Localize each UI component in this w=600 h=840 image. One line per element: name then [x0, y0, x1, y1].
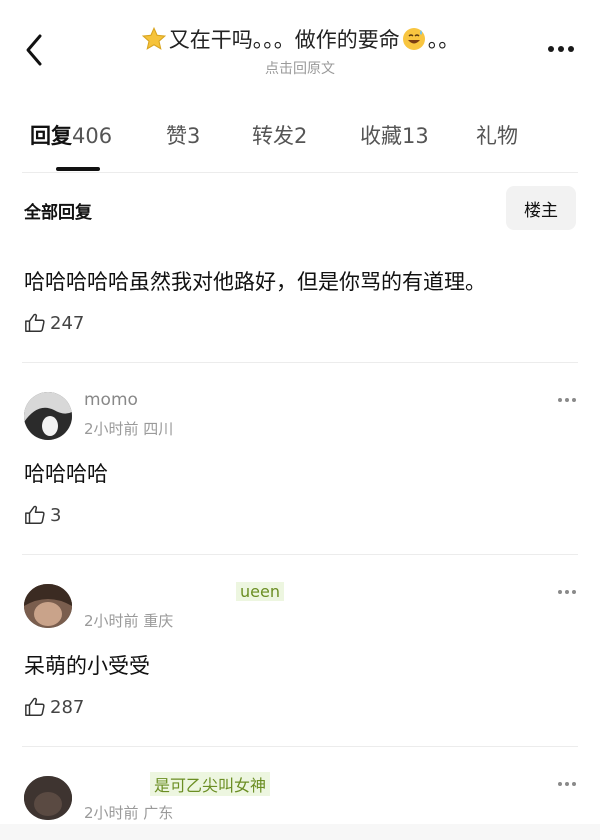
comment-text: 哈哈哈哈哈虽然我对他路好，但是你骂的有道理。	[24, 270, 486, 294]
like-count: 247	[50, 312, 85, 334]
tab-count: 13	[402, 124, 429, 148]
avatar-image	[24, 584, 72, 628]
title-text: 又在干吗。。。做作的要命	[168, 28, 400, 52]
avatar[interactable]	[24, 392, 72, 440]
like-button[interactable]: 247	[24, 312, 84, 334]
like-button[interactable]: 3	[24, 504, 61, 526]
tab-bar: 回复406 赞3 转发2 收藏13 礼物	[0, 120, 600, 171]
avatar-image	[24, 776, 72, 820]
tab-label: 转发	[252, 124, 294, 148]
page-title: 又在干吗。。。做作的要命 。。	[100, 24, 500, 54]
comment-text: 呆萌的小受受	[24, 654, 150, 678]
avatar[interactable]	[24, 584, 72, 628]
tab-label: 收藏	[360, 124, 402, 148]
like-count: 3	[50, 504, 62, 526]
tab-replies[interactable]: 回复406	[30, 120, 112, 150]
tab-count: 406	[72, 124, 113, 148]
like-button[interactable]: 287	[24, 696, 84, 718]
title-area[interactable]: 又在干吗。。。做作的要命 。。 点击回原文	[100, 24, 500, 78]
tab-count: 3	[187, 124, 201, 148]
section-label: 全部回复	[24, 203, 92, 223]
thumbs-up-icon	[25, 697, 45, 716]
tab-label: 回复	[30, 124, 72, 148]
title-tail: 。。	[427, 28, 460, 52]
comment-more-icon[interactable]	[558, 782, 576, 786]
tab-count: 2	[294, 124, 308, 148]
comment-meta: 2小时前 四川	[84, 420, 174, 438]
username[interactable]: momo	[84, 390, 138, 410]
tab-label: 礼物	[476, 124, 518, 148]
tab-favorites[interactable]: 收藏13	[360, 120, 429, 150]
sweat-smile-emoji	[402, 28, 425, 50]
avatar[interactable]	[24, 776, 72, 820]
username-badge[interactable]: ueen	[236, 582, 284, 601]
thumbs-up-icon	[25, 313, 45, 332]
comment-meta: 2小时前 重庆	[84, 612, 174, 630]
tab-gifts[interactable]: 礼物	[476, 120, 518, 150]
active-tab-indicator	[56, 167, 100, 171]
comment-meta: 2小时前 广东	[84, 804, 174, 822]
divider	[22, 554, 578, 555]
tab-likes[interactable]: 赞3	[166, 120, 200, 150]
top-bar: 又在干吗。。。做作的要命 。。 点击回原文	[0, 0, 600, 90]
like-count: 287	[50, 696, 85, 718]
thumbs-up-icon	[25, 505, 45, 524]
back-button[interactable]	[20, 30, 50, 70]
op-filter-button[interactable]: 楼主	[506, 186, 576, 230]
comment-more-icon[interactable]	[558, 590, 576, 594]
divider	[22, 172, 578, 173]
bottom-fade	[0, 824, 600, 840]
more-options-icon[interactable]	[548, 46, 574, 52]
comment-more-icon[interactable]	[558, 398, 576, 402]
divider	[22, 746, 578, 747]
star-icon	[141, 26, 166, 50]
chevron-left-icon	[26, 34, 42, 66]
tab-reposts[interactable]: 转发2	[252, 120, 307, 150]
username-badge[interactable]: 是可乙尖叫女神	[150, 772, 271, 796]
avatar-image	[24, 392, 72, 440]
tab-label: 赞	[166, 124, 187, 148]
divider	[22, 362, 578, 363]
comment-text: 哈哈哈哈	[24, 462, 108, 486]
subtitle[interactable]: 点击回原文	[100, 58, 500, 78]
